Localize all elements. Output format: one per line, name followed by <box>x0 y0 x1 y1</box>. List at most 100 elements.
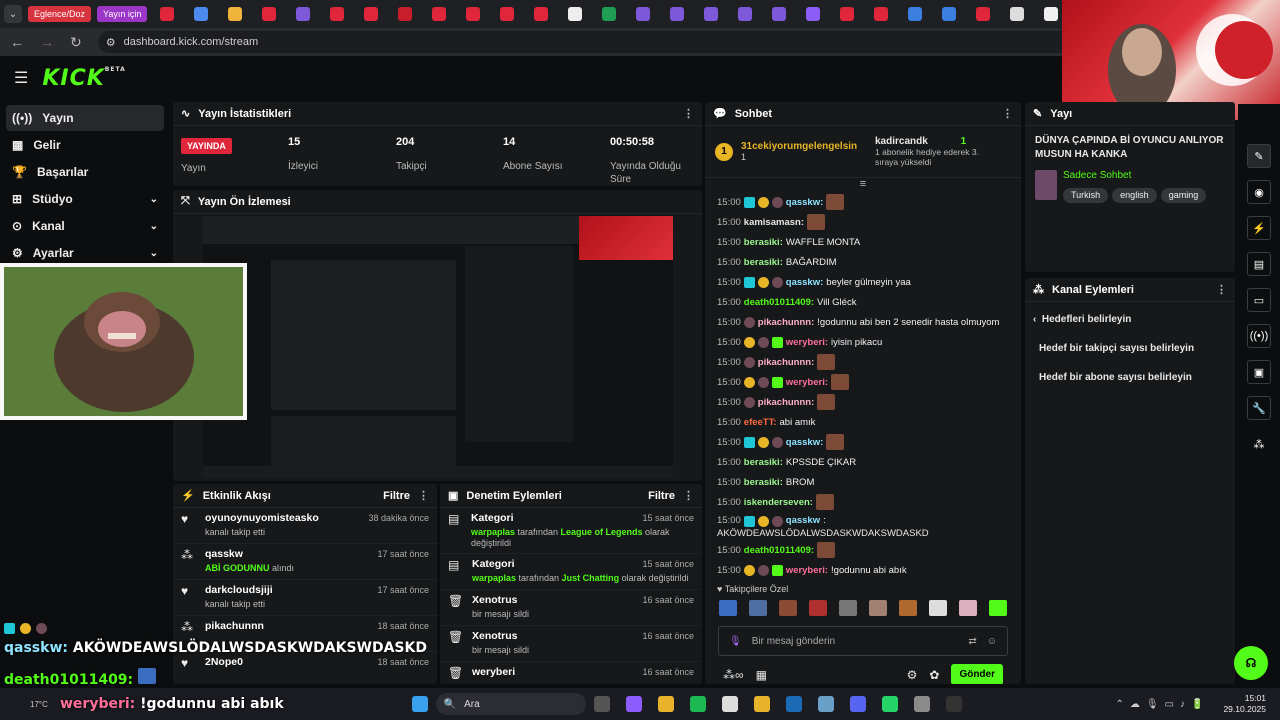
page-tab-icon[interactable] <box>1044 7 1059 21</box>
chat-username[interactable]: weryberi: <box>786 377 828 388</box>
obs-icon[interactable] <box>913 696 930 712</box>
pen-tab-icon[interactable] <box>636 7 651 21</box>
list-item[interactable]: 🗑 Xenotrus bir mesajı sildi 16 saat önce <box>440 590 702 626</box>
youtube-tab-icon[interactable] <box>500 7 515 21</box>
tab-list-button[interactable]: ⌄ <box>4 5 22 23</box>
redeem-icon[interactable]: ⁂ <box>1247 432 1271 456</box>
pen-tab-icon[interactable] <box>670 7 685 21</box>
users-icon[interactable]: ✿ <box>929 668 939 682</box>
emote-icon[interactable] <box>869 600 887 616</box>
discord-icon[interactable] <box>849 696 866 712</box>
emote-icon[interactable] <box>809 600 827 616</box>
support-button[interactable]: ☊ <box>1234 646 1268 680</box>
translate-icon[interactable]: ⇄ <box>968 636 976 647</box>
chat-username[interactable]: berasiki: <box>744 477 783 488</box>
netflix-tab-icon[interactable] <box>398 7 413 21</box>
openai-tab-icon[interactable] <box>1010 7 1025 21</box>
chat-username[interactable]: pikachunnn: <box>758 397 814 408</box>
goals-back-button[interactable]: ‹ Hedefleri belirleyin <box>1025 302 1235 337</box>
windows-start-icon[interactable] <box>411 696 428 712</box>
sidebar-item-gelir[interactable]: ▦ Gelir <box>6 132 164 158</box>
whatsapp-icon[interactable] <box>881 696 898 712</box>
chat-username[interactable]: qasskw: <box>786 277 824 288</box>
settings-icon[interactable]: ⚙ <box>907 668 918 682</box>
page-tab-icon[interactable] <box>942 7 957 21</box>
chat-icon[interactable]: ▭ <box>1247 288 1271 312</box>
list-item[interactable]: ▤ Kategori warpaplas tarafından Just Chatt… <box>440 554 702 590</box>
youtube-tab-icon[interactable] <box>976 7 991 21</box>
chat-username[interactable]: kamisamasn: <box>744 217 804 228</box>
sidebar-item-kanal[interactable]: ⊙ Kanal ⌄ <box>6 213 164 239</box>
youtube-tab-icon[interactable] <box>840 7 855 21</box>
more-icon[interactable]: ⋮ <box>418 489 429 502</box>
pen-tab-icon[interactable] <box>296 7 311 21</box>
chat-message[interactable]: 15:00 efeeTT: abi amık <box>717 412 1009 432</box>
youtube-tab-icon[interactable] <box>466 7 481 21</box>
chat-message[interactable]: 15:00 pikachunnn: <box>717 392 1009 412</box>
page-tab-icon[interactable] <box>908 7 923 21</box>
tab-group-yayin[interactable]: Yayın için <box>97 6 148 22</box>
chat-message[interactable]: 15:00 berasiki: BROM <box>717 472 1009 492</box>
chat-message[interactable]: 15:00 qasskw: <box>717 192 1009 212</box>
record-icon[interactable]: ◉ <box>1247 180 1271 204</box>
youtube-tab-icon[interactable] <box>364 7 379 21</box>
wrench-icon[interactable]: 🔧 <box>1247 396 1271 420</box>
chat-username[interactable]: pikachunnn: <box>758 357 814 368</box>
back-icon[interactable]: ← <box>10 34 24 50</box>
task-view-icon[interactable] <box>593 696 610 712</box>
sidebar-item-studyo[interactable]: ⊞ Stüdyo ⌄ <box>6 186 164 212</box>
chat-username[interactable]: berasiki: <box>744 257 783 268</box>
emote-icon[interactable] <box>929 600 947 616</box>
sidebar-item-basarilar[interactable]: 🏆 Başarılar <box>6 159 164 185</box>
weather-widget[interactable]: 17°C <box>0 700 60 709</box>
emote-icon[interactable] <box>899 600 917 616</box>
send-button[interactable]: Gönder <box>951 664 1003 684</box>
chat-message[interactable]: 15:00 pikachunnn: !godunnu abi ben 2 sened… <box>717 312 1009 332</box>
more-icon[interactable]: ⋮ <box>683 107 694 120</box>
points-icon[interactable]: ⁂∞ <box>723 668 744 682</box>
mod-icon[interactable]: ▣ <box>1247 360 1271 384</box>
chat-input[interactable]: 🎙 Bir mesaj gönderin ⇄ ☺ <box>718 626 1008 656</box>
chat-message[interactable]: 15:00 qasskw: <box>717 432 1009 452</box>
taskbar-search[interactable]: 🔍 Ara <box>435 693 586 715</box>
emote-icon[interactable] <box>989 600 1007 616</box>
steam-icon[interactable] <box>785 696 802 712</box>
youtube-tab-icon[interactable] <box>262 7 277 21</box>
tab-group-eglence[interactable]: Eglence/Doz <box>28 6 92 22</box>
emote-icon[interactable] <box>779 600 797 616</box>
docs-tab-icon[interactable] <box>194 7 209 21</box>
chat-username[interactable]: berasiki: <box>744 457 783 468</box>
pen-tab-icon[interactable] <box>738 7 753 21</box>
forward-icon[interactable]: → <box>40 34 54 50</box>
chat-username[interactable]: death01011409: <box>744 545 814 556</box>
chat-username[interactable]: pikachunnn: <box>758 317 814 328</box>
chat-message[interactable]: 15:00 pikachunnn: <box>717 352 1009 372</box>
sheets-tab-icon[interactable] <box>602 7 617 21</box>
google-tab-icon[interactable] <box>568 7 583 21</box>
filter-button[interactable]: Filtre <box>648 490 675 502</box>
youtube-tab-icon[interactable] <box>874 7 889 21</box>
reload-icon[interactable]: ↻ <box>70 34 82 51</box>
more-icon[interactable]: ⋮ <box>1216 283 1227 296</box>
store-icon[interactable]: ▦ <box>756 668 767 682</box>
broadcast-icon[interactable]: ((•)) <box>1247 324 1271 348</box>
clock[interactable]: 15:01 29.10.2025 <box>1209 693 1280 715</box>
chrome-icon[interactable] <box>657 696 674 712</box>
chat-message[interactable]: 15:00 berasiki: BAĞARDIM <box>717 252 1009 272</box>
chat-message[interactable]: 15:00 berasiki: WAFFLE MONTA <box>717 232 1009 252</box>
kick-logo[interactable]: KICKBETA <box>42 66 125 91</box>
chat-username[interactable]: berasiki: <box>744 237 783 248</box>
emote-icon[interactable] <box>839 600 857 616</box>
chat-message[interactable]: 15:00 iskenderseven: <box>717 492 1009 512</box>
pen-tab-icon[interactable] <box>704 7 719 21</box>
follower-goal-button[interactable]: Hedef bir takipçi sayısı belirleyin <box>1025 337 1235 360</box>
chat-username[interactable]: efeeTT: <box>744 417 777 428</box>
list-item[interactable]: ♥ 2Nope0 18 saat önce <box>173 652 437 684</box>
emote-icon[interactable] <box>959 600 977 616</box>
bolt-icon[interactable]: ⚡ <box>1247 216 1271 240</box>
youtube-tab-icon[interactable] <box>160 7 175 21</box>
list-item[interactable]: 🗑 weryberi 16 saat önce <box>440 662 702 684</box>
chat-username[interactable]: qasskw: <box>786 437 824 448</box>
explorer-icon[interactable] <box>753 696 770 712</box>
more-icon[interactable]: ⋮ <box>683 489 694 502</box>
